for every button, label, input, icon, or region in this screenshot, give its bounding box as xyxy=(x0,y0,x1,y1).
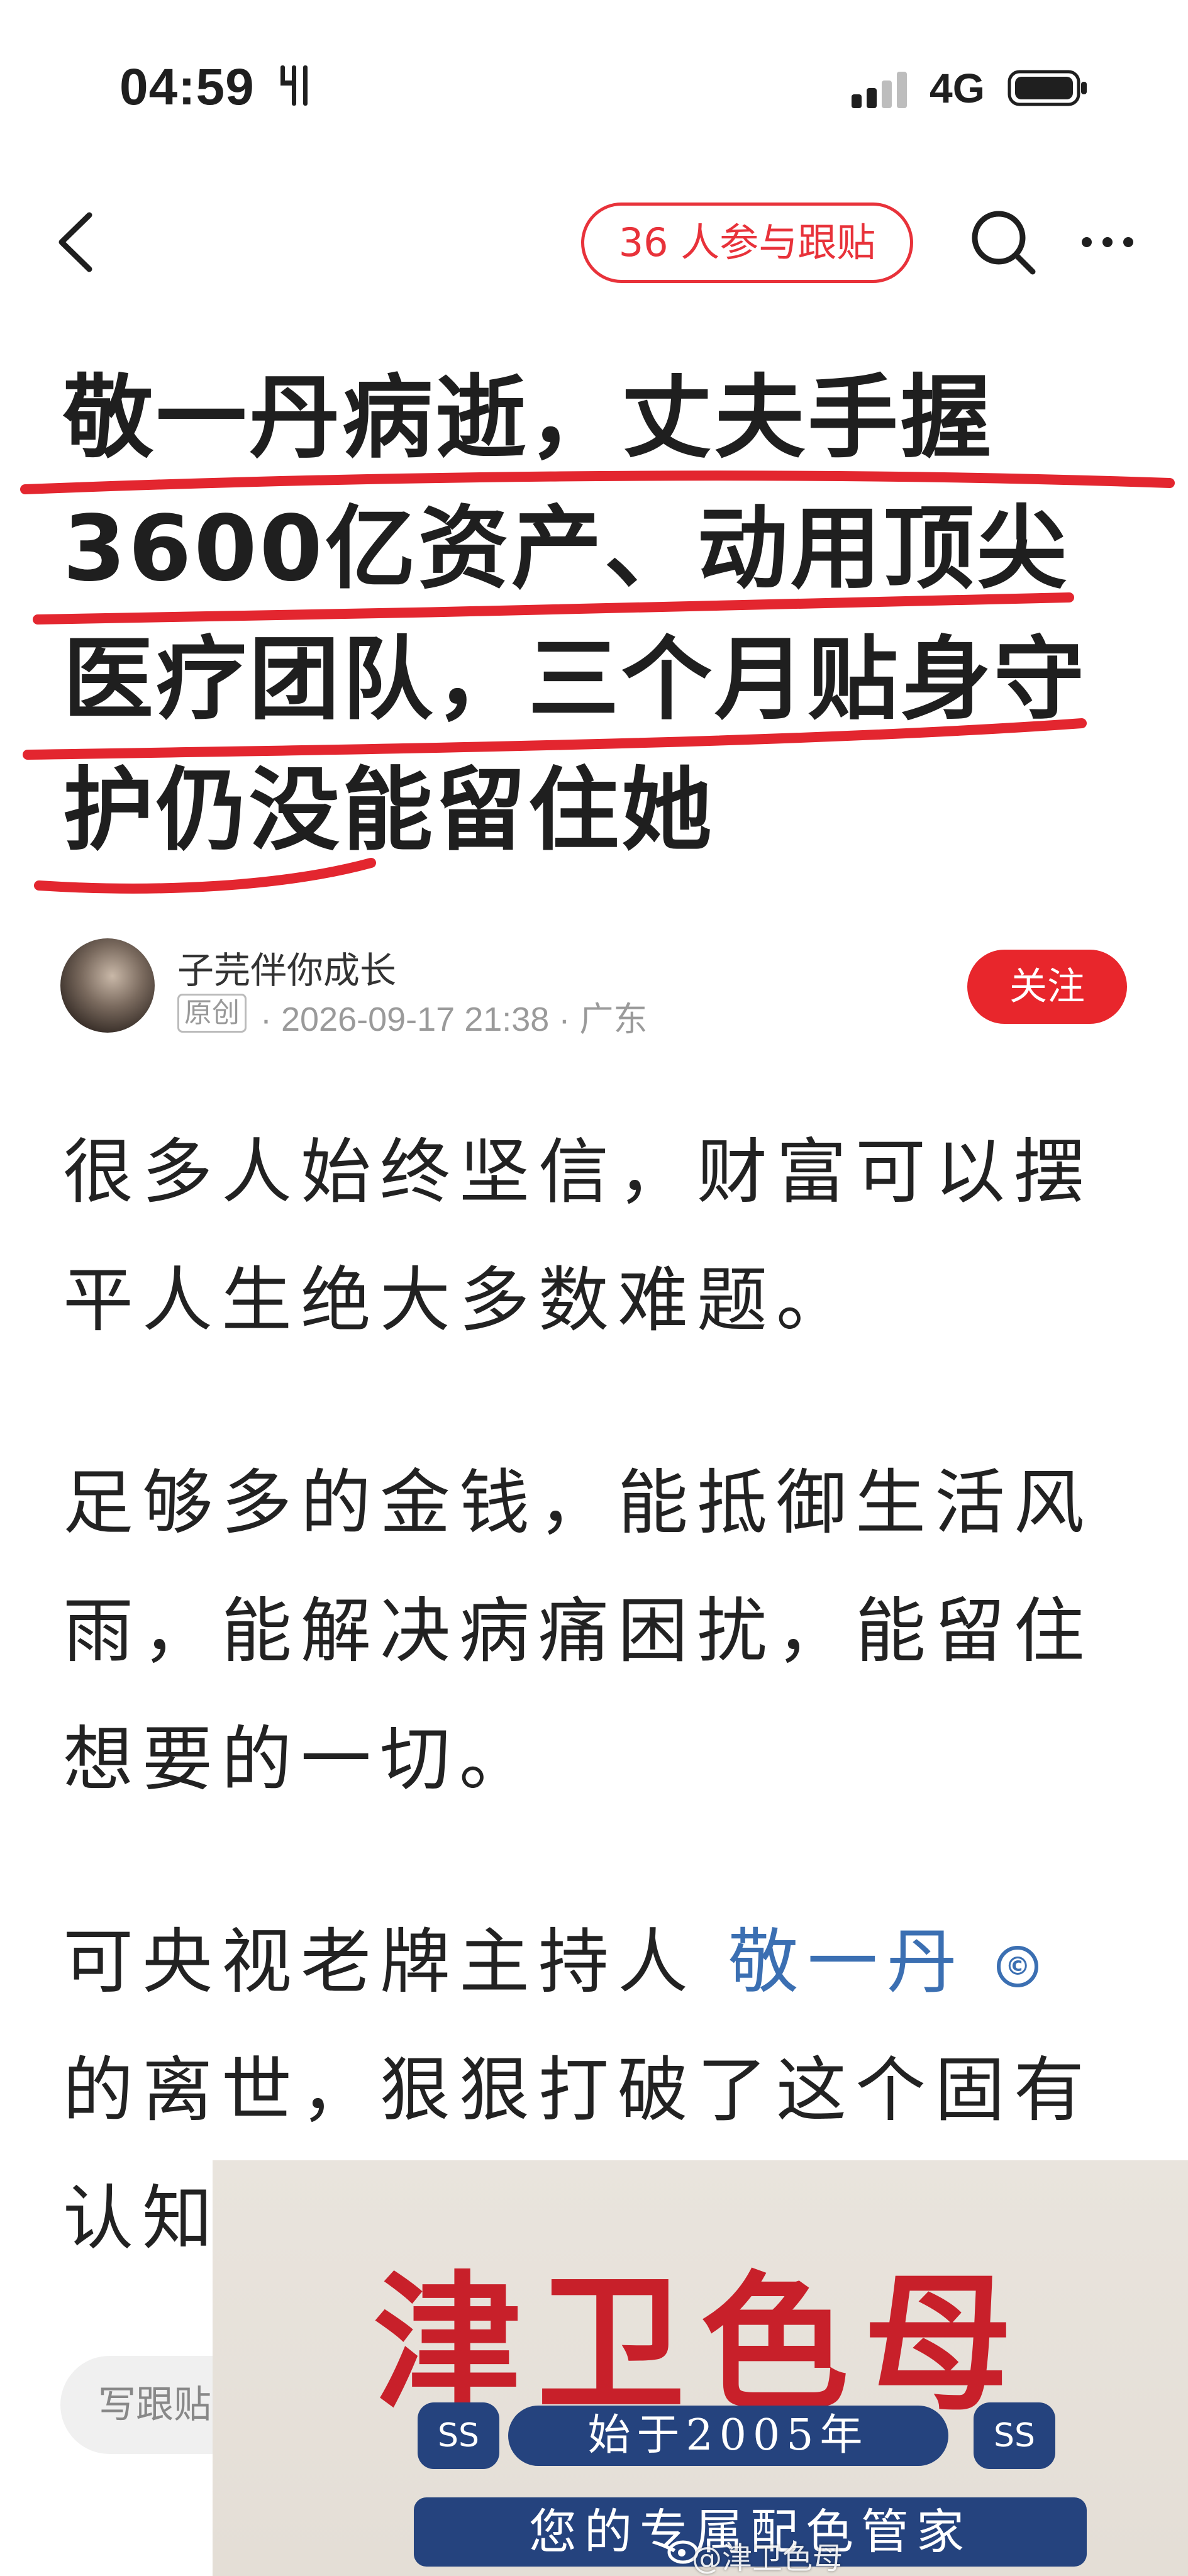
article-screen: 04:59 4G 36 人参与跟贴 敬一丹病逝，丈夫手握3600亿资产、动用顶尖… xyxy=(0,0,1188,2576)
back-icon[interactable] xyxy=(50,208,101,277)
original-badge: 原创 xyxy=(177,994,247,1033)
signal-strength-icon xyxy=(852,72,907,108)
follow-button[interactable]: 关注 xyxy=(967,950,1127,1024)
ad-ornament-left: SS xyxy=(418,2402,499,2469)
author-name[interactable]: 子芫伴你成长 xyxy=(177,941,396,994)
paragraph-2: 足够多的金钱，能抵御生活风雨，能解决病痛困扰，能留住想要的一切。 xyxy=(63,1462,1093,1801)
author-avatar[interactable] xyxy=(60,938,155,1033)
ad-overlay[interactable]: 津卫色母 SS 始于2005年 SS 您的专属配色管家 xyxy=(213,2160,1188,2576)
publish-meta: · 2026-09-17 21:38 · 广东 xyxy=(260,1001,648,1038)
ad-since-banner: 始于2005年 xyxy=(508,2406,948,2466)
watermark-text: @津卫色母 xyxy=(692,2541,843,2576)
person-link[interactable]: 敬一丹 xyxy=(728,1921,966,2003)
network-type-label: 4G xyxy=(930,65,985,111)
search-icon[interactable] xyxy=(969,208,1038,277)
participants-button[interactable]: 36 人参与跟贴 xyxy=(581,203,913,283)
status-time: 04:59 xyxy=(119,58,255,116)
paragraph-3-lead: 可央视老牌主持人 xyxy=(63,1921,728,2003)
ad-ornament-right: SS xyxy=(974,2402,1055,2469)
battery-icon xyxy=(1008,70,1087,106)
fork-knife-icon xyxy=(280,65,308,106)
entity-badge-icon[interactable]: © xyxy=(997,1946,1039,1988)
more-options-icon[interactable] xyxy=(1079,233,1136,252)
article-title: 敬一丹病逝，丈夫手握3600亿资产、动用顶尖医疗团队，三个月贴身守护仍没能留住她 xyxy=(63,365,1087,863)
paragraph-1: 很多人始终坚信，财富可以摆平人生绝大多数难题。 xyxy=(63,1131,1093,1341)
